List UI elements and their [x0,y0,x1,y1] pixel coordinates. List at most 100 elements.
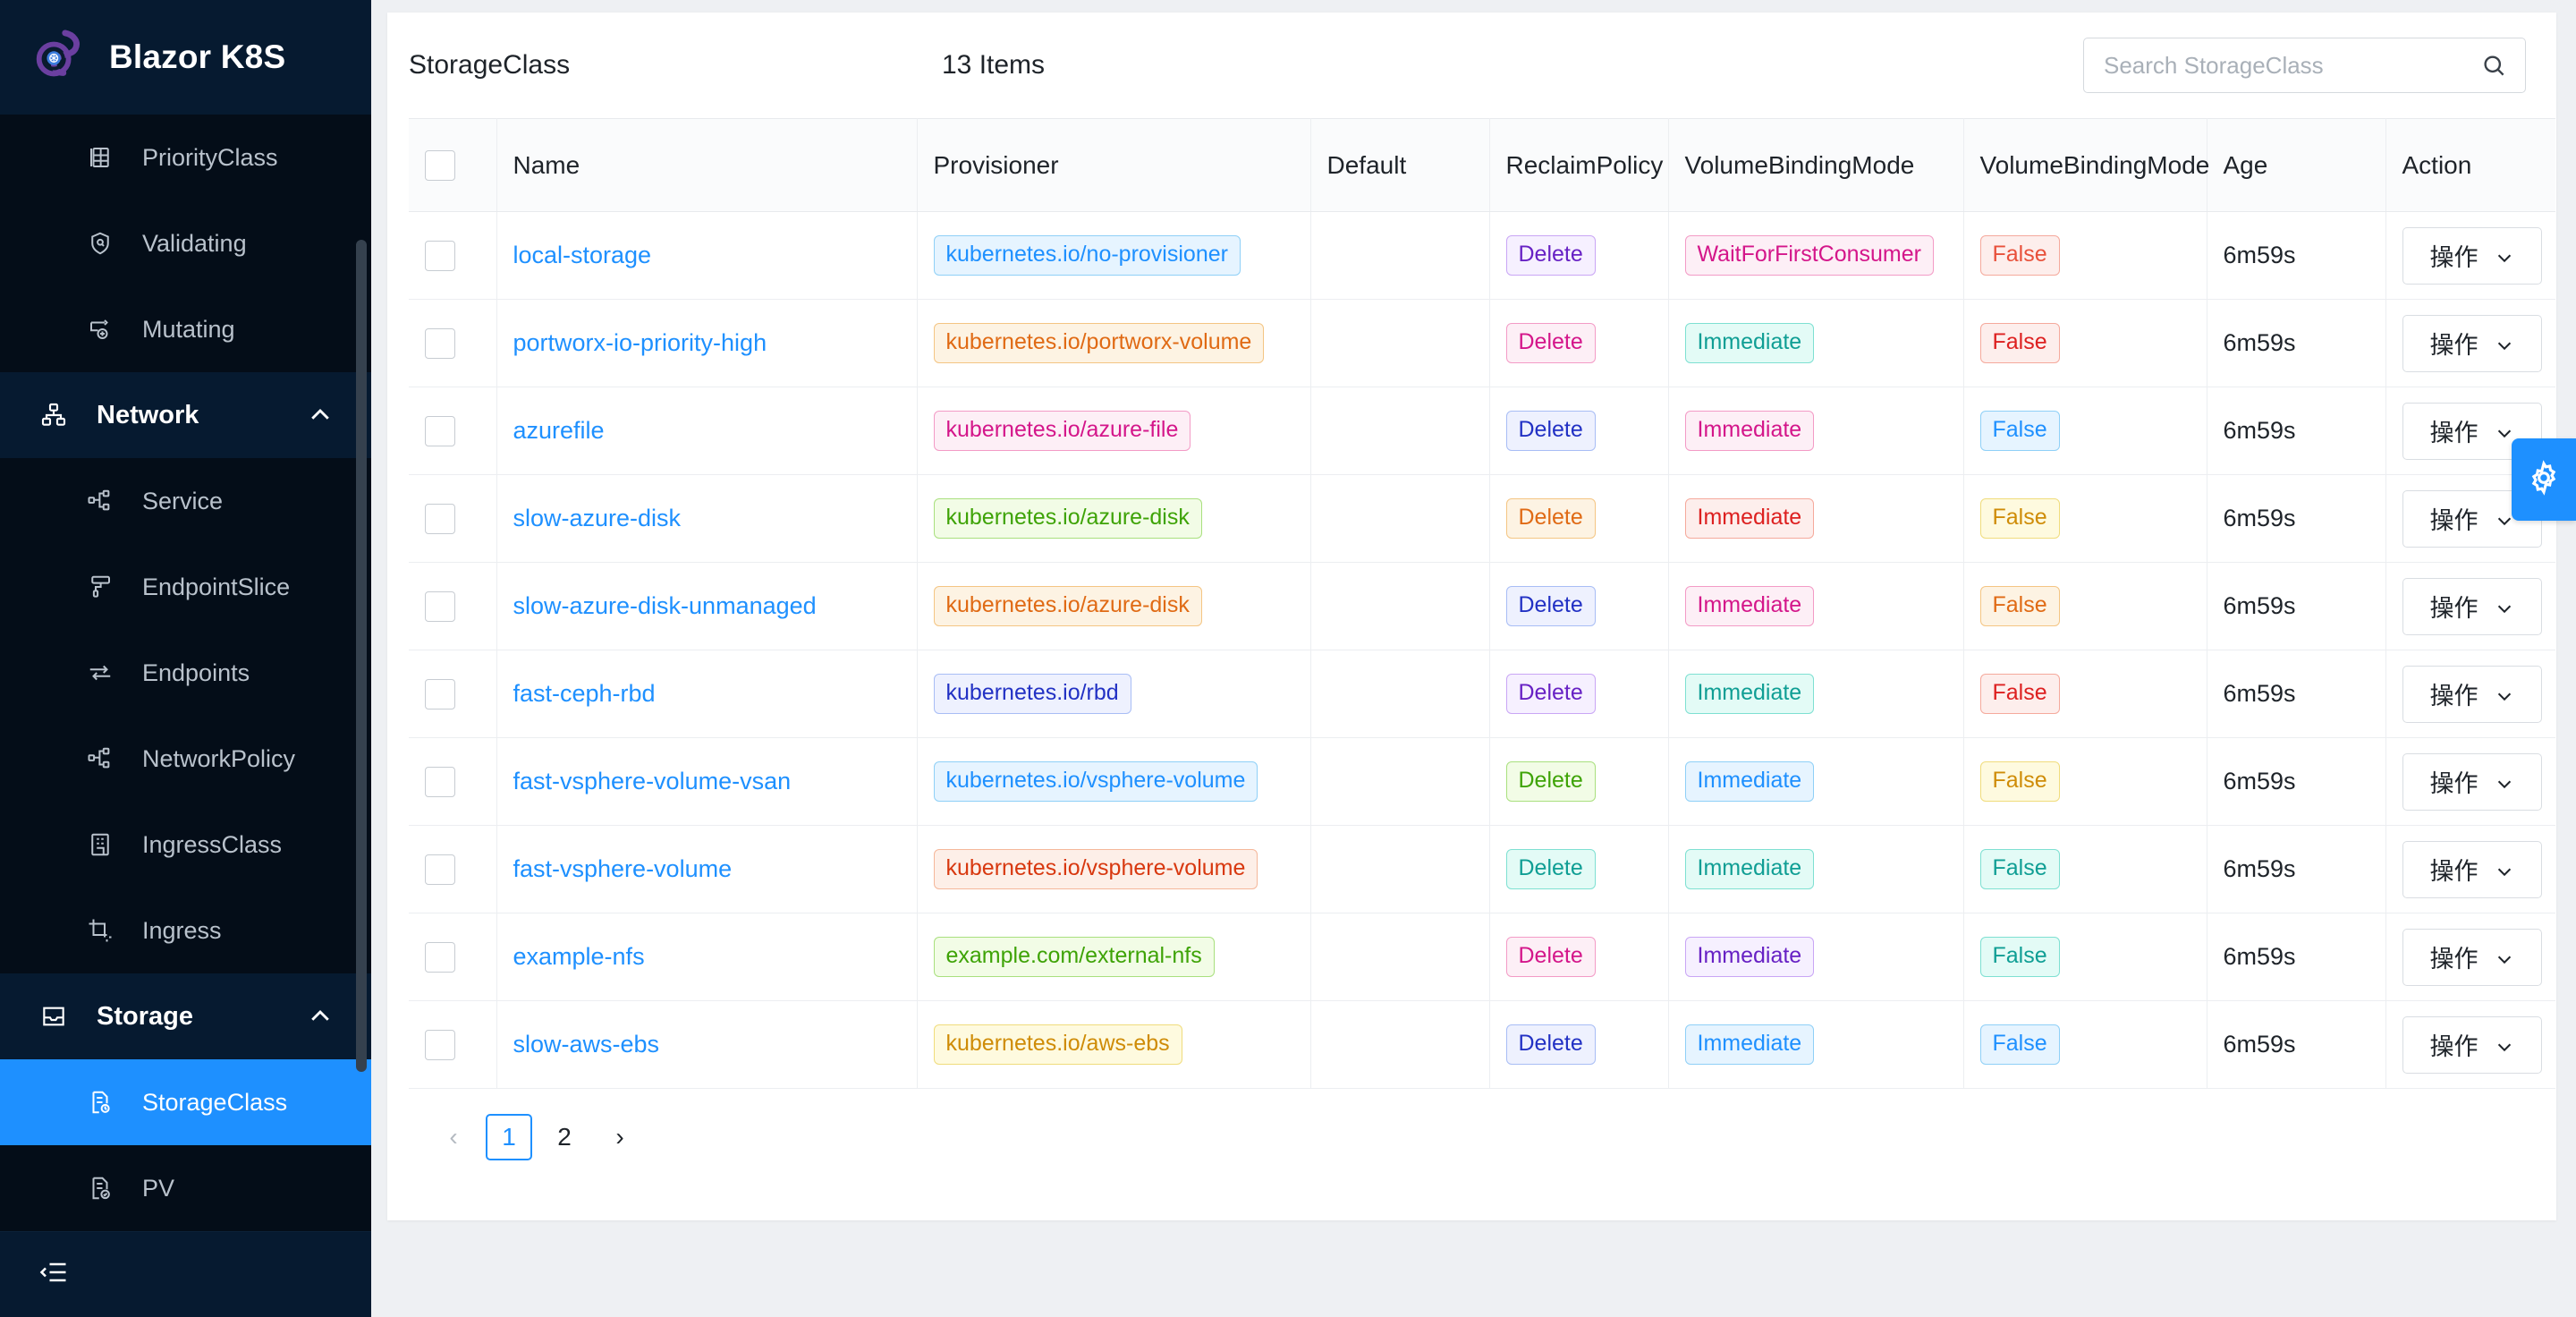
sidebar-item-endpointslice[interactable]: EndpointSlice [0,544,371,630]
cell-reclaimpolicy: Delete [1489,737,1669,826]
row-checkbox[interactable] [425,591,455,622]
sidebar-item-validating[interactable]: Validating [0,200,371,286]
row-action-button[interactable]: 操作 [2402,314,2542,372]
cell-provisioner: kubernetes.io/rbd [917,650,1311,738]
row-select-cell [409,913,497,1001]
storageclass-link[interactable]: slow-aws-ebs [513,1031,660,1058]
row-select-cell [409,387,497,475]
chevron-down-icon [2495,421,2514,441]
cell-provisioner: kubernetes.io/vsphere-volume [917,737,1311,826]
sidebar-item-storageclass[interactable]: StorageClass [0,1059,371,1145]
column-header-provisioner[interactable]: Provisioner [917,118,1311,212]
nodes-icon [85,743,115,774]
cell-action: 操作 [2385,650,2555,738]
row-checkbox[interactable] [425,327,455,359]
column-header-name[interactable]: Name [496,118,918,212]
row-checkbox[interactable] [425,1029,455,1060]
storageclass-card: StorageClass 13 Items Search StorageClas… [387,13,2556,1220]
row-action-button[interactable]: 操作 [2402,665,2542,723]
row-select-cell [409,650,497,738]
sidebar-item-label: Ingress [142,916,222,944]
select-all-checkbox[interactable] [425,149,455,181]
row-checkbox[interactable] [425,415,455,446]
cell-reclaimpolicy: Delete [1489,913,1669,1001]
row-action-button[interactable]: 操作 [2402,577,2542,635]
chevron-up-icon[interactable] [307,1003,334,1030]
chevron-down-icon [2495,334,2514,353]
row-checkbox[interactable] [425,854,455,885]
cell-name: slow-azure-disk-unmanaged [496,562,918,650]
row-checkbox[interactable] [425,678,455,709]
row-action-button[interactable]: 操作 [2402,1015,2542,1074]
cell-default [1310,737,1490,826]
cell-name: local-storage [496,211,918,300]
row-action-button[interactable]: 操作 [2402,226,2542,285]
pagination-prev[interactable]: ‹ [430,1114,477,1160]
sidebar-item-pv[interactable]: PV [0,1145,371,1231]
cell-reclaimpolicy: Delete [1489,387,1669,475]
cell-volumebindingmode-2: False [1963,562,2207,650]
storageclass-link[interactable]: azurefile [513,417,605,444]
inbox-icon [38,1000,70,1032]
cell-volumebindingmode-2: False [1963,825,2207,913]
cell-age: 6m59s [2207,913,2386,1001]
sidebar-item-label: Endpoints [142,658,250,686]
cell-default [1310,299,1490,387]
storageclass-link[interactable]: slow-azure-disk [513,505,682,531]
row-action-button[interactable]: 操作 [2402,928,2542,986]
sidebar-collapse-button[interactable] [0,1231,371,1317]
storageclass-table: Name Provisioner Default ReclaimPolicy V… [409,118,2555,1089]
pagination-page-2[interactable]: 2 [541,1114,588,1160]
column-header-default[interactable]: Default [1310,118,1490,212]
brand-header[interactable]: Blazor K8S [0,0,371,115]
storageclass-link[interactable]: example-nfs [513,943,645,970]
row-action-button[interactable]: 操作 [2402,752,2542,811]
cell-volumebindingmode-1: Immediate [1668,650,1964,738]
sidebar-item-ingressclass[interactable]: IngressClass [0,802,371,888]
search-box[interactable] [2083,38,2526,93]
column-header-volumebindingmode-2[interactable]: VolumeBindingMode [1963,118,2209,212]
sidebar-item-endpoints[interactable]: Endpoints [0,630,371,716]
sidebar-item-networkpolicy[interactable]: NetworkPolicy [0,716,371,802]
cell-action: 操作 [2385,913,2555,1001]
chevron-down-icon [2495,1035,2514,1055]
column-header-reclaimpolicy[interactable]: ReclaimPolicy [1489,118,1669,212]
sidebar-group-network[interactable]: Network [0,372,371,458]
sidebar-item-service[interactable]: Service [0,458,371,544]
collapse-sidebar-icon [38,1256,70,1293]
cell-name: slow-azure-disk [496,474,918,563]
pagination-page-1[interactable]: 1 [486,1114,532,1160]
cell-provisioner: kubernetes.io/no-provisioner [917,211,1311,300]
storageclass-link[interactable]: fast-ceph-rbd [513,680,656,707]
row-select-cell [409,737,497,826]
row-checkbox[interactable] [425,503,455,534]
cell-age: 6m59s [2207,737,2386,826]
row-action-button[interactable]: 操作 [2402,840,2542,898]
search-input[interactable] [2104,51,2480,80]
row-checkbox[interactable] [425,240,455,271]
row-select-cell [409,211,497,300]
column-header-action[interactable]: Action [2385,118,2555,212]
pagination-next[interactable]: › [597,1114,643,1160]
row-checkbox[interactable] [425,766,455,797]
sidebar-item-ingress[interactable]: Ingress [0,888,371,973]
cell-volumebindingmode-1: Immediate [1668,562,1964,650]
settings-fab-button[interactable] [2512,438,2576,521]
storageclass-link[interactable]: fast-vsphere-volume [513,855,733,882]
storageclass-link[interactable]: local-storage [513,242,652,268]
column-header-age[interactable]: Age [2207,118,2386,212]
storageclass-link[interactable]: fast-vsphere-volume-vsan [513,768,792,794]
sidebar-item-mutating[interactable]: Mutating [0,286,371,372]
sidebar-item-priorityclass[interactable]: PriorityClass [0,115,371,200]
sidebar-scrollbar[interactable] [356,240,367,1072]
column-header-volumebindingmode-1[interactable]: VolumeBindingMode [1668,118,1964,212]
sidebar-group-storage[interactable]: Storage [0,973,371,1059]
cell-volumebindingmode-2: False [1963,211,2207,300]
storageclass-link[interactable]: slow-azure-disk-unmanaged [513,592,817,619]
chevron-up-icon[interactable] [307,402,334,429]
table-row: fast-ceph-rbd kubernetes.io/rbd Delete Imme… [409,650,2555,738]
search-icon[interactable] [2480,52,2507,79]
row-checkbox[interactable] [425,941,455,973]
storageclass-link[interactable]: portworx-io-priority-high [513,329,767,356]
app-root: Blazor K8S PriorityClass Validating Muta… [0,0,2576,1317]
